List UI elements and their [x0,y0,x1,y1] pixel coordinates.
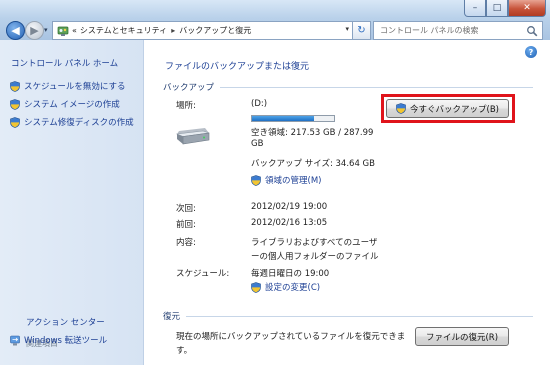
next-value: 2012/02/19 19:00 [251,202,328,212]
location-label: 場所: [176,101,196,111]
next-label: 次回: [176,204,196,214]
restore-description-line2: す。 [176,346,193,356]
sidebar-item-windows-transfer[interactable]: Windows 転送ツール [10,334,107,346]
manage-space-link[interactable]: 領域の管理(M) [251,174,321,186]
refresh-button[interactable]: ↻ [353,21,371,40]
sidebar-item-label: システム修復ディスクの作成 [24,118,134,128]
shield-icon [251,282,261,293]
address-bar[interactable]: « システムとセキュリティ ▸ バックアップと復元 ▾ [52,21,353,40]
backup-now-button[interactable]: 今すぐバックアップ(B) [386,99,509,118]
last-label: 前回: [176,220,196,230]
sidebar: コントロール パネル ホーム スケジュールを無効にする システム イメージの作成… [0,40,144,365]
main-pane: ? ファイルのバックアップまたは復元 バックアップ 場所: (D:) 空き領域:… [145,40,550,365]
shield-icon [10,117,20,128]
hard-drive-icon [175,128,210,145]
free-space-line2: GB [251,139,264,149]
schedule-label: スケジュール: [176,269,230,279]
restore-heading-label: 復元 [163,312,181,322]
shield-icon [251,175,261,186]
forward-arrow-icon: ▶ [30,24,39,37]
window-controls: – □ ✕ [464,0,546,17]
control-panel-icon [57,26,69,36]
sidebar-item-label: システム イメージの作成 [24,100,120,110]
sidebar-item-label: スケジュールを無効にする [24,82,126,92]
restore-section-heading: 復元 [163,310,533,322]
search-input[interactable] [380,26,525,35]
contents-line1: ライブラリおよびすべてのユーザ [251,238,378,248]
backup-section-heading: バックアップ [163,81,533,93]
forward-button[interactable]: ▶ [25,21,44,40]
maximize-icon: □ [492,2,502,13]
page-title: ファイルのバックアップまたは復元 [165,62,310,72]
backup-size: バックアップ サイズ: 34.64 GB [251,159,375,169]
transfer-icon [10,335,20,345]
minimize-button[interactable]: – [464,0,486,17]
close-button[interactable]: ✕ [508,0,546,17]
sidebar-item-disable-schedule[interactable]: スケジュールを無効にする [10,80,126,92]
minimize-icon: – [472,2,478,13]
help-icon[interactable]: ? [525,46,537,58]
breadcrumb-system-security[interactable]: システムとセキュリティ [80,25,167,36]
refresh-icon: ↻ [357,25,366,36]
sidebar-item-label: Windows 転送ツール [24,336,108,346]
change-settings-link[interactable]: 設定の変更(C) [251,281,320,293]
shield-icon [396,103,406,114]
manage-space-label: 領域の管理(M) [265,176,322,186]
shield-icon [10,99,20,110]
restore-files-label: ファイルの復元(R) [425,332,499,343]
back-arrow-icon: ◀ [11,24,20,37]
location-value: (D:) [251,99,268,109]
disk-usage-fill [252,116,315,121]
maximize-button[interactable]: □ [486,0,508,17]
sidebar-item-create-system-image[interactable]: システム イメージの作成 [10,98,120,110]
address-overflow[interactable]: « [72,26,77,35]
change-settings-label: 設定の変更(C) [265,283,321,293]
sidebar-item-action-center[interactable]: アクション センター [26,316,105,328]
sidebar-home-link[interactable]: コントロール パネル ホーム [11,57,118,69]
restore-description-line1: 現在の場所にバックアップされているファイルを復元できま [176,332,406,342]
breadcrumb-separator-icon[interactable]: ▸ [171,26,175,35]
search-icon[interactable] [526,25,538,37]
sidebar-item-create-repair-disc[interactable]: システム修復ディスクの作成 [10,116,134,128]
breadcrumb-backup-restore[interactable]: バックアップと復元 [179,25,251,36]
backup-heading-label: バックアップ [163,83,215,93]
free-space-line1: 空き領域: 217.53 GB / 287.99 [251,128,374,138]
last-value: 2012/02/16 13:05 [251,218,328,228]
search-box[interactable] [373,21,543,40]
disk-usage-bar [251,115,335,122]
back-button[interactable]: ◀ [6,21,25,40]
address-dropdown-icon[interactable]: ▾ [345,25,349,33]
shield-icon [10,81,20,92]
title-bar: – □ ✕ ◀ ▶ ▾ « システムとセキュリティ ▸ バックアップと復元 ▾ … [0,0,550,40]
contents-label: 内容: [176,238,196,248]
schedule-value: 毎週日曜日の 19:00 [251,269,330,279]
restore-files-button[interactable]: ファイルの復元(R) [415,327,509,346]
close-icon: ✕ [523,2,531,13]
recent-pages-dropdown[interactable]: ▾ [44,26,48,34]
backup-now-label: 今すぐバックアップ(B) [410,104,499,115]
contents-line2: ーの個人用フォルダーのファイル [251,252,379,262]
